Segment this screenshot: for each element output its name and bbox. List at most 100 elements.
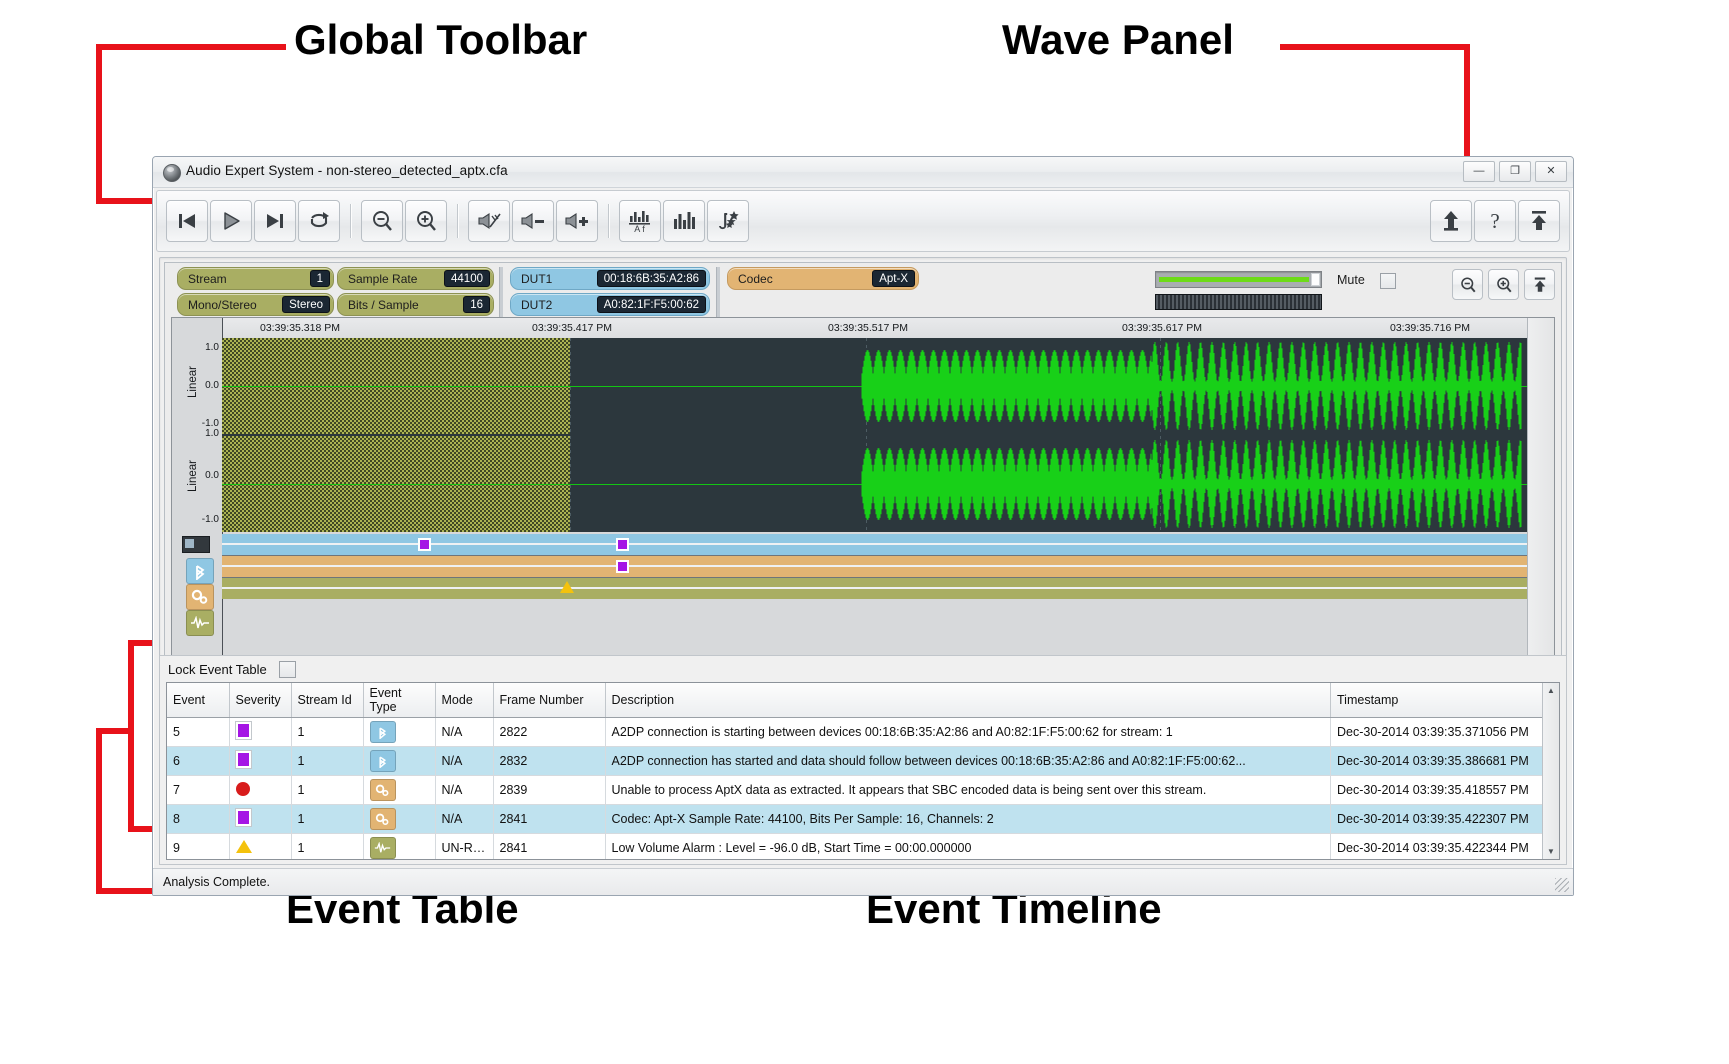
timeline-marker-codec-1[interactable] [616,560,629,573]
cell-event-type [363,804,436,834]
cell-severity [229,775,292,805]
play-button[interactable] [210,200,252,242]
zoom-in-button[interactable] [405,200,447,242]
bits-per-sample-chip[interactable]: Bits / Sample 16 [337,293,494,316]
minimize-button[interactable]: — [1463,161,1495,182]
event-table-panel: Lock Event Table Event Severity Stream I… [159,655,1567,865]
wave-zoom-in-button[interactable] [1488,269,1519,300]
audio-quality-button[interactable] [707,200,749,242]
callout-line-wave-h [1280,44,1470,50]
timeline-marker-audio-1[interactable] [560,581,574,593]
column-header-timestamp[interactable]: Timestamp [1330,683,1559,718]
skip-to-end-button[interactable] [254,200,296,242]
event-timeline[interactable] [222,534,1528,599]
wave-canvas-area[interactable]: 03:39:35.318 PM 03:39:35.417 PM 03:39:35… [171,317,1555,677]
timeline-marker-bt-1[interactable] [418,538,431,551]
note-star-icon [719,211,739,230]
codec-track-icon[interactable] [186,584,214,610]
table-row[interactable]: 8 1 N/A 2841 Codec: Apt-X Sample Rate: 4… [167,804,1559,834]
sample-rate-chip[interactable]: Sample Rate 44100 [337,267,494,290]
cell-frame-number: 2841 [493,804,606,834]
help-button[interactable]: ? [1474,200,1516,242]
maximize-button[interactable]: ❐ [1499,161,1531,182]
column-header-event[interactable]: Event [167,683,230,718]
wave-collapse-button[interactable] [1524,269,1555,300]
bluetooth-icon [369,721,396,743]
event-table-scroll-down[interactable]: ▼ [1543,844,1559,859]
cell-event: 8 [167,804,230,834]
rate-chip-group: Sample Rate 44100 Bits / Sample 16 [337,267,494,319]
dut1-chip[interactable]: DUT1 00:18:6B:35:A2:86 [510,267,710,290]
severity-square-icon [234,808,252,827]
collapse-up-icon [1532,211,1546,230]
cell-description: Unable to process AptX data as extracted… [605,775,1331,805]
mute-checkbox[interactable] [1380,273,1396,289]
event-table-grid[interactable]: Event Severity Stream Id Event Type Mode… [166,682,1560,860]
volume-meter[interactable] [1155,271,1322,310]
audio-track-icon[interactable] [186,610,214,636]
y-tick-ch1-mid: 0.0 [205,380,219,391]
mono-stereo-chip[interactable]: Mono/Stereo Stereo [177,293,334,316]
y-tick-ch2-bot: -1.0 [201,514,219,525]
event-table-scroll-up[interactable]: ▲ [1543,683,1559,698]
table-row[interactable]: 5 1 N/A 2822 A2DP connection is starting… [167,717,1559,747]
cell-description: Codec: Apt-X Sample Rate: 44100, Bits Pe… [605,804,1331,834]
volume-slider[interactable] [1155,271,1322,288]
time-tick-3: 03:39:35.617 PM [1122,322,1202,334]
bluetooth-track-icon[interactable] [186,558,214,584]
wave-zoom-out-button[interactable] [1452,269,1483,300]
chip-separator-2 [716,267,720,317]
callout-line-toolbar-end [96,198,152,204]
column-header-frame-number[interactable]: Frame Number [493,683,606,718]
sample-rate-chip-label: Sample Rate [348,271,418,286]
dut2-chip[interactable]: DUT2 A0:82:1F:F5:00:62 [510,293,710,316]
loop-button[interactable] [298,200,340,242]
collapse-button[interactable] [1518,200,1560,242]
bits-per-sample-chip-value: 16 [463,296,490,313]
export-up-button[interactable] [1430,200,1472,242]
audio-track-line [222,587,1528,589]
cell-severity [229,804,292,834]
codec-chip[interactable]: Codec Apt-X [727,267,919,290]
event-table: Event Severity Stream Id Event Type Mode… [167,683,1559,859]
skip-to-start-button[interactable] [166,200,208,242]
level-meter-button[interactable] [663,200,705,242]
title-bar: Audio Expert System - non-stereo_detecte… [153,157,1573,188]
zoom-out-button[interactable] [361,200,403,242]
gears-icon [369,808,396,830]
close-button[interactable]: ✕ [1535,161,1567,182]
timeline-marker-bt-2[interactable] [616,538,629,551]
wave-vertical-scrollbar[interactable] [1527,318,1554,676]
table-row[interactable]: 9 1 UN-REF 2841 Low Volume Alarm : Level… [167,833,1559,859]
cell-description: Low Volume Alarm : Level = -96.0 dB, Sta… [605,833,1331,859]
waveform-display[interactable] [222,338,1528,532]
column-header-mode[interactable]: Mode [435,683,494,718]
mute-button[interactable] [468,200,510,242]
global-toolbar: A f ? [156,190,1570,252]
volume-down-button[interactable] [512,200,554,242]
bluetooth-track[interactable] [222,534,1528,556]
zoom-in-icon [417,211,436,231]
spectrum-analysis-button[interactable]: A f [619,200,661,242]
column-header-description[interactable]: Description [605,683,1331,718]
bluetooth-icon [196,565,205,580]
y-tick-ch2-mid: 0.0 [205,470,219,481]
audio-track[interactable] [222,578,1528,599]
y-axis-label-ch2: Linear [187,460,199,492]
table-row[interactable]: 7 1 N/A 2839 Unable to process AptX data… [167,775,1559,805]
column-header-severity[interactable]: Severity [229,683,292,718]
table-row[interactable]: 6 1 N/A 2832 A2DP connection has started… [167,746,1559,776]
toolbar-separator-1 [350,204,351,238]
lock-event-table-checkbox[interactable] [278,660,296,678]
panel-toggle-icon[interactable] [182,536,210,553]
svg-text:?: ? [1490,209,1499,233]
resize-grip[interactable] [1555,878,1569,892]
column-header-event-type[interactable]: Event Type [363,683,436,718]
volume-slider-knob[interactable] [1311,273,1320,286]
event-table-scrollbar[interactable]: ▲ ▼ [1542,683,1559,859]
codec-track[interactable] [222,556,1528,578]
cell-frame-number: 2822 [493,717,606,747]
column-header-stream-id[interactable]: Stream Id [291,683,364,718]
stream-chip[interactable]: Stream 1 [177,267,334,290]
volume-up-button[interactable] [556,200,598,242]
